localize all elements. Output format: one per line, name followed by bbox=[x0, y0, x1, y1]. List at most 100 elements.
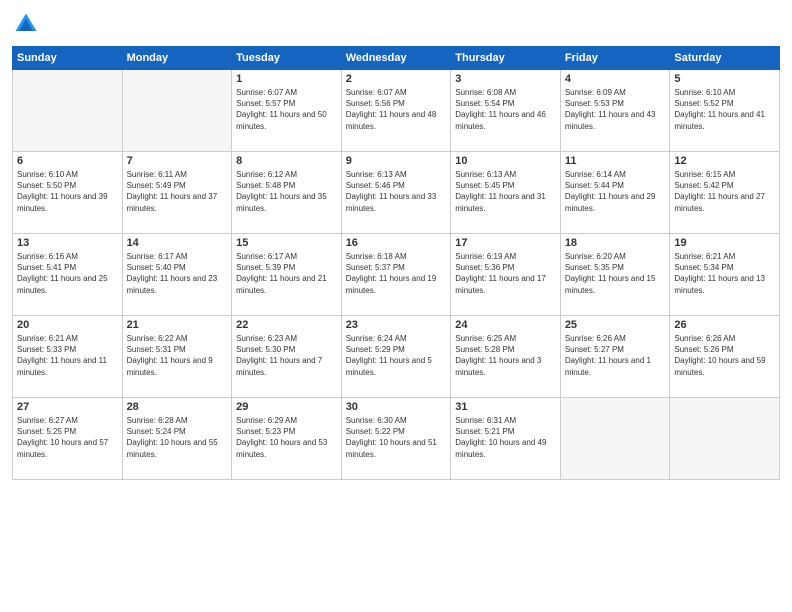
day-info: Sunrise: 6:31 AMSunset: 5:21 PMDaylight:… bbox=[455, 415, 556, 460]
day-number: 2 bbox=[346, 73, 447, 85]
calendar-cell bbox=[122, 70, 232, 152]
day-info: Sunrise: 6:07 AMSunset: 5:56 PMDaylight:… bbox=[346, 87, 447, 132]
logo-icon bbox=[12, 10, 40, 38]
day-number: 1 bbox=[236, 73, 337, 85]
day-number: 15 bbox=[236, 237, 337, 249]
day-number: 20 bbox=[17, 319, 118, 331]
day-number: 6 bbox=[17, 155, 118, 167]
day-number: 4 bbox=[565, 73, 666, 85]
day-info: Sunrise: 6:16 AMSunset: 5:41 PMDaylight:… bbox=[17, 251, 118, 296]
day-number: 16 bbox=[346, 237, 447, 249]
day-info: Sunrise: 6:26 AMSunset: 5:27 PMDaylight:… bbox=[565, 333, 666, 378]
day-info: Sunrise: 6:18 AMSunset: 5:37 PMDaylight:… bbox=[346, 251, 447, 296]
header bbox=[12, 10, 780, 38]
calendar-cell: 28 Sunrise: 6:28 AMSunset: 5:24 PMDaylig… bbox=[122, 398, 232, 480]
day-number: 28 bbox=[127, 401, 228, 413]
day-info: Sunrise: 6:21 AMSunset: 5:34 PMDaylight:… bbox=[674, 251, 775, 296]
day-number: 12 bbox=[674, 155, 775, 167]
calendar-cell: 8 Sunrise: 6:12 AMSunset: 5:48 PMDayligh… bbox=[232, 152, 342, 234]
calendar-table: SundayMondayTuesdayWednesdayThursdayFrid… bbox=[12, 46, 780, 480]
calendar-cell bbox=[560, 398, 670, 480]
calendar-header-monday: Monday bbox=[122, 47, 232, 70]
calendar-week-row: 6 Sunrise: 6:10 AMSunset: 5:50 PMDayligh… bbox=[13, 152, 780, 234]
day-info: Sunrise: 6:28 AMSunset: 5:24 PMDaylight:… bbox=[127, 415, 228, 460]
calendar-header-friday: Friday bbox=[560, 47, 670, 70]
calendar-cell: 17 Sunrise: 6:19 AMSunset: 5:36 PMDaylig… bbox=[451, 234, 561, 316]
calendar-cell: 24 Sunrise: 6:25 AMSunset: 5:28 PMDaylig… bbox=[451, 316, 561, 398]
calendar-cell: 31 Sunrise: 6:31 AMSunset: 5:21 PMDaylig… bbox=[451, 398, 561, 480]
day-info: Sunrise: 6:22 AMSunset: 5:31 PMDaylight:… bbox=[127, 333, 228, 378]
calendar-cell: 2 Sunrise: 6:07 AMSunset: 5:56 PMDayligh… bbox=[341, 70, 451, 152]
day-number: 24 bbox=[455, 319, 556, 331]
day-number: 29 bbox=[236, 401, 337, 413]
day-number: 5 bbox=[674, 73, 775, 85]
day-info: Sunrise: 6:27 AMSunset: 5:25 PMDaylight:… bbox=[17, 415, 118, 460]
day-info: Sunrise: 6:30 AMSunset: 5:22 PMDaylight:… bbox=[346, 415, 447, 460]
day-number: 8 bbox=[236, 155, 337, 167]
day-info: Sunrise: 6:07 AMSunset: 5:57 PMDaylight:… bbox=[236, 87, 337, 132]
day-info: Sunrise: 6:14 AMSunset: 5:44 PMDaylight:… bbox=[565, 169, 666, 214]
day-info: Sunrise: 6:09 AMSunset: 5:53 PMDaylight:… bbox=[565, 87, 666, 132]
calendar-cell: 23 Sunrise: 6:24 AMSunset: 5:29 PMDaylig… bbox=[341, 316, 451, 398]
day-info: Sunrise: 6:17 AMSunset: 5:39 PMDaylight:… bbox=[236, 251, 337, 296]
calendar-cell: 4 Sunrise: 6:09 AMSunset: 5:53 PMDayligh… bbox=[560, 70, 670, 152]
day-number: 21 bbox=[127, 319, 228, 331]
calendar-header-row: SundayMondayTuesdayWednesdayThursdayFrid… bbox=[13, 47, 780, 70]
calendar-cell: 30 Sunrise: 6:30 AMSunset: 5:22 PMDaylig… bbox=[341, 398, 451, 480]
day-number: 13 bbox=[17, 237, 118, 249]
day-info: Sunrise: 6:13 AMSunset: 5:46 PMDaylight:… bbox=[346, 169, 447, 214]
calendar-header-tuesday: Tuesday bbox=[232, 47, 342, 70]
calendar-cell: 7 Sunrise: 6:11 AMSunset: 5:49 PMDayligh… bbox=[122, 152, 232, 234]
day-info: Sunrise: 6:15 AMSunset: 5:42 PMDaylight:… bbox=[674, 169, 775, 214]
day-number: 11 bbox=[565, 155, 666, 167]
calendar-week-row: 1 Sunrise: 6:07 AMSunset: 5:57 PMDayligh… bbox=[13, 70, 780, 152]
calendar-cell: 26 Sunrise: 6:26 AMSunset: 5:26 PMDaylig… bbox=[670, 316, 780, 398]
calendar-cell: 14 Sunrise: 6:17 AMSunset: 5:40 PMDaylig… bbox=[122, 234, 232, 316]
day-info: Sunrise: 6:11 AMSunset: 5:49 PMDaylight:… bbox=[127, 169, 228, 214]
day-number: 19 bbox=[674, 237, 775, 249]
calendar-cell: 11 Sunrise: 6:14 AMSunset: 5:44 PMDaylig… bbox=[560, 152, 670, 234]
calendar-cell: 10 Sunrise: 6:13 AMSunset: 5:45 PMDaylig… bbox=[451, 152, 561, 234]
calendar-header-thursday: Thursday bbox=[451, 47, 561, 70]
day-info: Sunrise: 6:13 AMSunset: 5:45 PMDaylight:… bbox=[455, 169, 556, 214]
calendar-week-row: 13 Sunrise: 6:16 AMSunset: 5:41 PMDaylig… bbox=[13, 234, 780, 316]
day-number: 14 bbox=[127, 237, 228, 249]
day-number: 30 bbox=[346, 401, 447, 413]
day-number: 10 bbox=[455, 155, 556, 167]
calendar-week-row: 27 Sunrise: 6:27 AMSunset: 5:25 PMDaylig… bbox=[13, 398, 780, 480]
day-number: 27 bbox=[17, 401, 118, 413]
logo bbox=[12, 10, 44, 38]
day-info: Sunrise: 6:17 AMSunset: 5:40 PMDaylight:… bbox=[127, 251, 228, 296]
day-number: 18 bbox=[565, 237, 666, 249]
day-info: Sunrise: 6:10 AMSunset: 5:50 PMDaylight:… bbox=[17, 169, 118, 214]
day-info: Sunrise: 6:29 AMSunset: 5:23 PMDaylight:… bbox=[236, 415, 337, 460]
day-number: 26 bbox=[674, 319, 775, 331]
day-number: 23 bbox=[346, 319, 447, 331]
calendar-cell: 12 Sunrise: 6:15 AMSunset: 5:42 PMDaylig… bbox=[670, 152, 780, 234]
calendar-cell: 9 Sunrise: 6:13 AMSunset: 5:46 PMDayligh… bbox=[341, 152, 451, 234]
day-info: Sunrise: 6:21 AMSunset: 5:33 PMDaylight:… bbox=[17, 333, 118, 378]
day-number: 7 bbox=[127, 155, 228, 167]
calendar-cell: 27 Sunrise: 6:27 AMSunset: 5:25 PMDaylig… bbox=[13, 398, 123, 480]
calendar-header-saturday: Saturday bbox=[670, 47, 780, 70]
day-info: Sunrise: 6:19 AMSunset: 5:36 PMDaylight:… bbox=[455, 251, 556, 296]
day-number: 17 bbox=[455, 237, 556, 249]
day-info: Sunrise: 6:26 AMSunset: 5:26 PMDaylight:… bbox=[674, 333, 775, 378]
day-number: 31 bbox=[455, 401, 556, 413]
day-info: Sunrise: 6:08 AMSunset: 5:54 PMDaylight:… bbox=[455, 87, 556, 132]
calendar-cell: 20 Sunrise: 6:21 AMSunset: 5:33 PMDaylig… bbox=[13, 316, 123, 398]
day-number: 22 bbox=[236, 319, 337, 331]
calendar-cell: 16 Sunrise: 6:18 AMSunset: 5:37 PMDaylig… bbox=[341, 234, 451, 316]
calendar-cell: 6 Sunrise: 6:10 AMSunset: 5:50 PMDayligh… bbox=[13, 152, 123, 234]
day-info: Sunrise: 6:23 AMSunset: 5:30 PMDaylight:… bbox=[236, 333, 337, 378]
calendar-cell: 13 Sunrise: 6:16 AMSunset: 5:41 PMDaylig… bbox=[13, 234, 123, 316]
calendar-cell: 22 Sunrise: 6:23 AMSunset: 5:30 PMDaylig… bbox=[232, 316, 342, 398]
calendar-week-row: 20 Sunrise: 6:21 AMSunset: 5:33 PMDaylig… bbox=[13, 316, 780, 398]
day-number: 3 bbox=[455, 73, 556, 85]
calendar-header-sunday: Sunday bbox=[13, 47, 123, 70]
calendar-cell: 21 Sunrise: 6:22 AMSunset: 5:31 PMDaylig… bbox=[122, 316, 232, 398]
page-container: SundayMondayTuesdayWednesdayThursdayFrid… bbox=[0, 0, 792, 612]
calendar-cell: 18 Sunrise: 6:20 AMSunset: 5:35 PMDaylig… bbox=[560, 234, 670, 316]
day-info: Sunrise: 6:25 AMSunset: 5:28 PMDaylight:… bbox=[455, 333, 556, 378]
calendar-cell: 15 Sunrise: 6:17 AMSunset: 5:39 PMDaylig… bbox=[232, 234, 342, 316]
